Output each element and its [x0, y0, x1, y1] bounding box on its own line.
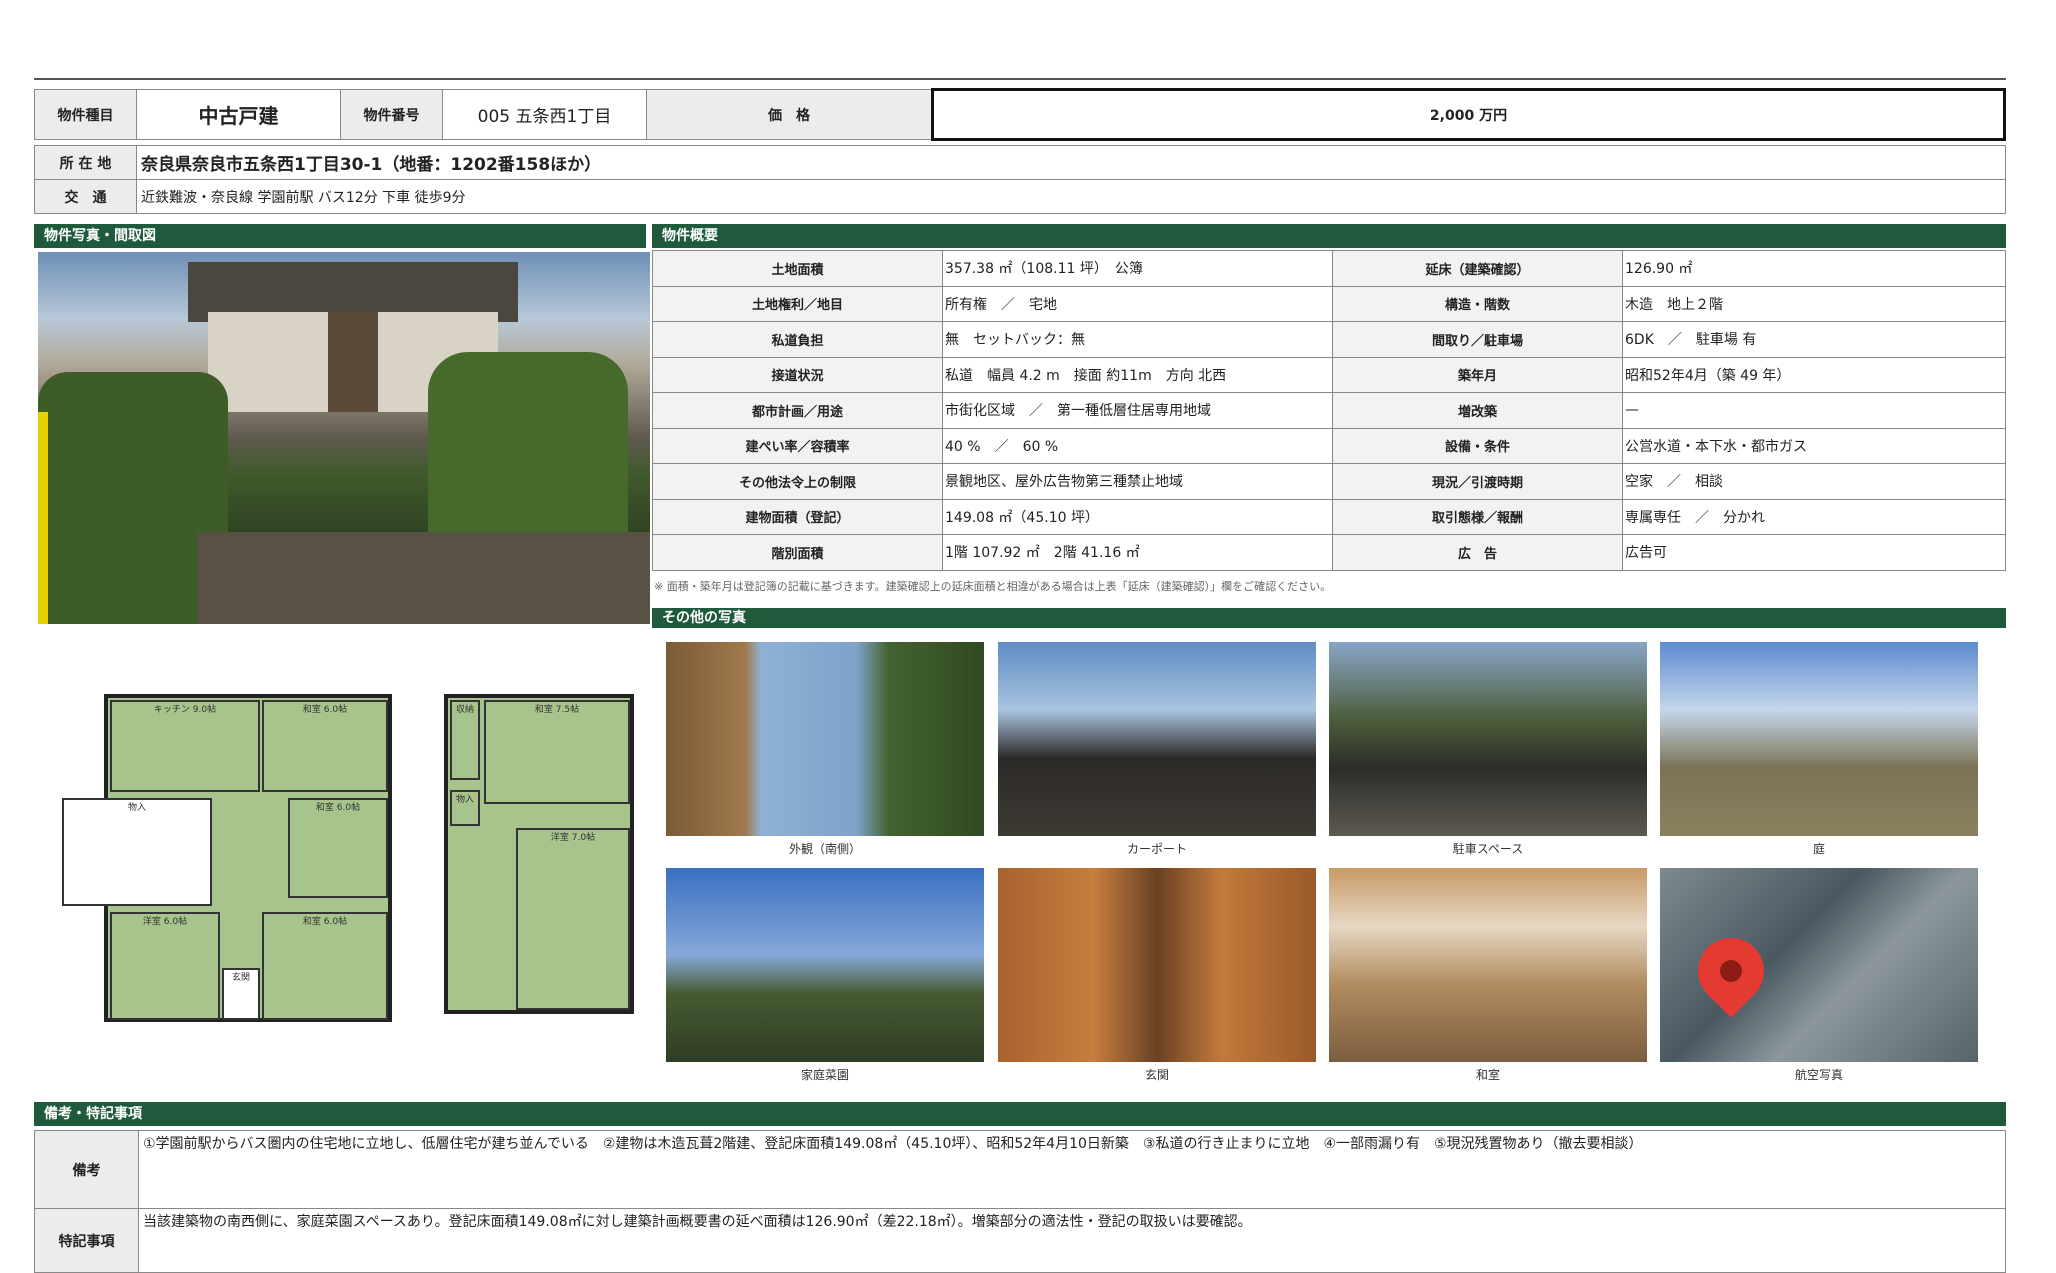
overview-row: 都市計画／用途 市街化区域 ／ 第一種低層住居専用地域 増改築 —	[652, 392, 2006, 429]
overview-value: 40 % ／ 60 %	[942, 427, 1333, 464]
overview-value: 専属専任 ／ 分かれ	[1622, 498, 2006, 535]
overview-label: 築年月	[1332, 356, 1623, 393]
overview-value: 6DK ／ 駐車場 有	[1622, 321, 2006, 358]
photo-carport	[998, 642, 1316, 836]
overview-label: 現況／引渡時期	[1332, 463, 1623, 500]
photo-parking	[1329, 642, 1647, 836]
fp-room-washitsu-3: 和室 6.0帖	[262, 912, 388, 1020]
overview-label: 建ぺい率／容積率	[652, 427, 943, 464]
overview-value: 所有権 ／ 宅地	[942, 285, 1333, 322]
overview-label: 階別面積	[652, 534, 943, 571]
overview-label: 間取り／駐車場	[1332, 321, 1623, 358]
photo-garden	[1660, 642, 1978, 836]
header-table: 物件種目 中古戸建 物件番号 005 五条西1丁目 価 格 2,000 万円	[34, 88, 2006, 141]
other-photos-title: その他の写真	[652, 608, 2006, 628]
caption-garden: 庭	[1812, 842, 1825, 856]
overview-label: 増改築	[1332, 392, 1623, 429]
overview-value: 357.38 ㎡（108.11 坪） 公簿	[942, 250, 1333, 287]
type-value: 中古戸建	[136, 89, 341, 140]
overview-label: 私道負担	[652, 321, 943, 358]
overview-value: 広告可	[1622, 534, 2006, 571]
fp-room-yoshitsu: 洋室 6.0帖	[110, 912, 220, 1020]
overview-label: その他法令上の制限	[652, 463, 943, 500]
overview-label: 接道状況	[652, 356, 943, 393]
biko-label: 備考	[34, 1130, 139, 1209]
special-label: 特記事項	[34, 1208, 139, 1273]
overview-value: 149.08 ㎡（45.10 坪）	[942, 498, 1333, 535]
fp-room-washitsu-2: 和室 6.0帖	[288, 798, 388, 898]
overview-row: 建ぺい率／容積率 40 % ／ 60 % 設備・条件 公営水道・本下水・都市ガス	[652, 427, 2006, 464]
photo-aerial	[1660, 868, 1978, 1062]
overview-value: 公営水道・本下水・都市ガス	[1622, 427, 2006, 464]
type-label: 物件種目	[34, 89, 137, 140]
biko-text: ①学園前駅からバス圏内の住宅地に立地し、低層住宅が建ち並んでいる ②建物は木造瓦…	[138, 1130, 2006, 1209]
fp-room-storage-2f: 収納	[450, 700, 480, 780]
price-value: 2,000 万円	[931, 88, 2006, 141]
remarks-section-title: 備考・特記事項	[34, 1102, 2006, 1126]
price-label: 価 格	[646, 89, 933, 140]
overview-label: 広 告	[1332, 534, 1623, 571]
address-table: 所 在 地 奈良県奈良市五条西1丁目30-1（地番：1202番158ほか） 交 …	[34, 145, 2006, 214]
caption-entrance: 玄関	[1144, 1068, 1169, 1082]
location-value: 奈良県奈良市五条西1丁目30-1（地番：1202番158ほか）	[136, 145, 2006, 180]
caption-parking: 駐車スペース	[1452, 842, 1524, 856]
fp-room-kitchen: キッチン 9.0帖	[110, 700, 260, 792]
photo-entrance	[998, 868, 1316, 1062]
overview-label: 土地権利／地目	[652, 285, 943, 322]
photo-exterior-south	[666, 642, 984, 836]
photo-japanese-room	[1329, 868, 1647, 1062]
overview-table: 土地面積 357.38 ㎡（108.11 坪） 公簿 延床（建築確認） 126.90 …	[652, 250, 2006, 571]
overview-value: 木造 地上２階	[1622, 285, 2006, 322]
photo-vegetable-garden	[666, 868, 984, 1062]
caption-aerial: 航空写真	[1794, 1068, 1843, 1082]
overview-value: 私道 幅員 4.2 m 接面 約11m 方向 北西	[942, 356, 1333, 393]
fp-room-yoshitsu-2f: 洋室 7.0帖	[516, 828, 630, 1010]
overview-value: —	[1622, 392, 2006, 429]
overview-value: 景観地区、屋外広告物第三種禁止地域	[942, 463, 1333, 500]
floorplan-1f: キッチン 9.0帖 和室 6.0帖 和室 6.0帖 洋室 6.0帖 和室 6.0…	[60, 690, 410, 1040]
access-label: 交 通	[34, 179, 137, 214]
remarks-table: 備考 ①学園前駅からバス圏内の住宅地に立地し、低層住宅が建ち並んでいる ②建物は…	[34, 1130, 2006, 1273]
overview-row: 私道負担無 セットバック：無 間取り／駐車場 6DK ／ 駐車場 有	[652, 321, 2006, 358]
overview-value: 126.90 ㎡	[1622, 250, 2006, 287]
overview-section-title: 物件概要	[652, 224, 2006, 248]
caption-vegetable-garden: 家庭菜園	[800, 1068, 849, 1082]
overview-label: 延床（建築確認）	[1332, 250, 1623, 287]
overview-label: 設備・条件	[1332, 427, 1623, 464]
overview-value: 1階 107.92 ㎡ 2階 41.16 ㎡	[942, 534, 1333, 571]
overview-label: 都市計画／用途	[652, 392, 943, 429]
caption-exterior-south: 外観（南側）	[788, 842, 861, 856]
overview-value: 空家 ／ 相談	[1622, 463, 2006, 500]
fp-room-monoire: 物入	[62, 798, 212, 906]
overview-row: 階別面積 1階 107.92 ㎡ 2階 41.16 ㎡広 告広告可	[652, 534, 2006, 571]
access-value: 近鉄難波・奈良線 学園前駅 バス12分 下車 徒歩9分	[136, 179, 2006, 214]
fp-room-monoire-2f: 物入	[450, 790, 480, 826]
overview-note: ※ 面積・築年月は登記簿の記載に基づきます。建築確認上の延床面積と相違がある場合…	[654, 580, 1332, 593]
fp-room-washitsu-1: 和室 6.0帖	[262, 700, 388, 792]
overview-label: 構造・階数	[1332, 285, 1623, 322]
overview-row: 土地権利／地目 所有権 ／ 宅地 構造・階数 木造 地上２階	[652, 285, 2006, 322]
overview-row: 接道状況 私道 幅員 4.2 m 接面 約11m 方向 北西 築年月 昭和52年4月（…	[652, 356, 2006, 393]
number-label: 物件番号	[340, 89, 443, 140]
number-value: 005 五条西1丁目	[442, 89, 647, 140]
location-label: 所 在 地	[34, 145, 137, 180]
overview-row: その他法令上の制限 景観地区、屋外広告物第三種禁止地域 現況／引渡時期 空家 ／ 相談	[652, 463, 2006, 500]
fp-room-washitsu-2f: 和室 7.5帖	[484, 700, 630, 804]
photos-section-title: 物件写真・間取図	[34, 224, 646, 248]
overview-value: 市街化区域 ／ 第一種低層住居専用地域	[942, 392, 1333, 429]
special-text: 当該建築物の南西側に、家庭菜園スペースあり。登記床面積149.08㎡に対し建築計…	[138, 1208, 2006, 1273]
overview-label: 取引態様／報酬	[1332, 498, 1623, 535]
overview-value: 無 セットバック：無	[942, 321, 1333, 358]
caption-japanese-room: 和室	[1475, 1068, 1500, 1082]
top-rule	[34, 78, 2006, 80]
overview-label: 土地面積	[652, 250, 943, 287]
overview-label: 建物面積（登記）	[652, 498, 943, 535]
overview-value: 昭和52年4月（築 49 年）	[1622, 356, 2006, 393]
overview-row: 建物面積（登記） 149.08 ㎡（45.10 坪） 取引態様／報酬 専属専任 ／ 分…	[652, 498, 2006, 535]
overview-row: 土地面積 357.38 ㎡（108.11 坪） 公簿 延床（建築確認） 126.90 …	[652, 250, 2006, 287]
caption-carport: カーポート	[1126, 842, 1187, 856]
main-exterior-photo	[38, 252, 650, 624]
floorplan-2f: 和室 7.5帖 洋室 7.0帖 収納 物入	[440, 690, 640, 1020]
fp-room-genkan: 玄関	[222, 968, 260, 1020]
